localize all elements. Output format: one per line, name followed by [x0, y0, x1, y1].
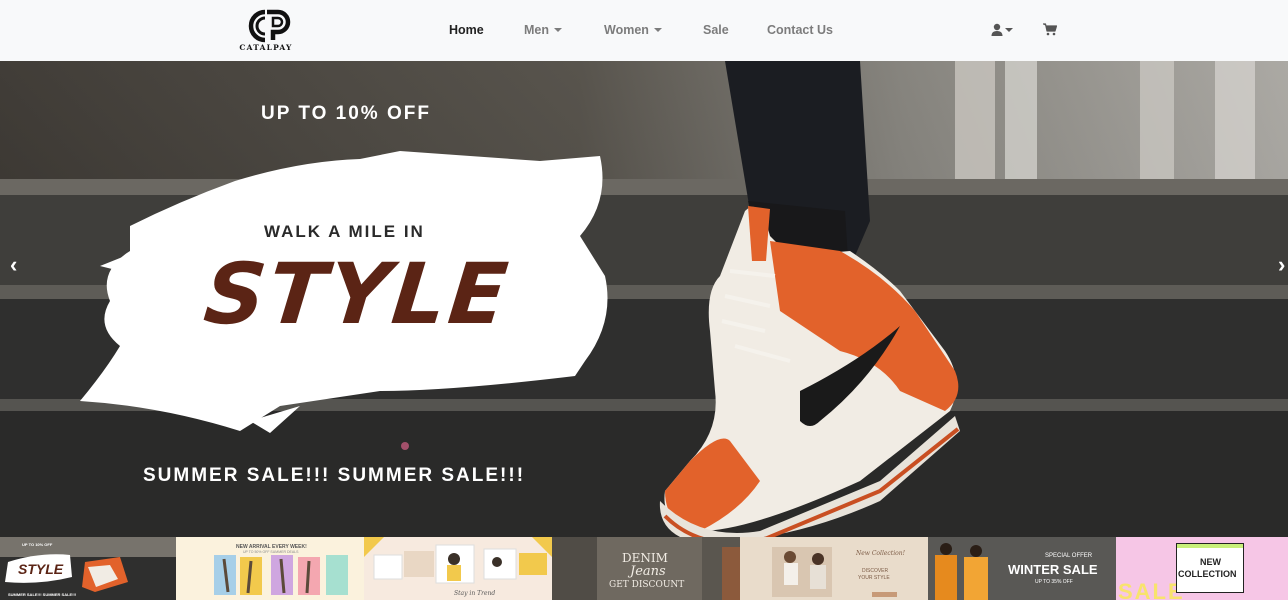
- thumbnail-5-line3: YOUR STYLE: [858, 575, 890, 581]
- hero-tagline: WALK A MILE IN: [264, 222, 425, 241]
- thumbnail-5-line2: DISCOVER: [862, 568, 889, 574]
- user-icon: [991, 23, 1013, 36]
- hero-carousel: UP TO 10% OFF WALK A MILE IN STYLE SUMME…: [0, 61, 1288, 537]
- thumbnail-1[interactable]: UP TO 10% OFF STYLE SUMMER SALE!!! SUMME…: [0, 537, 176, 600]
- thumbnail-7-line2: COLLECTION: [1178, 569, 1237, 579]
- navbar: CATALPAY Home Men Women Sale Contact Us: [0, 0, 1288, 61]
- thumbnail-5-title: New Collection!: [856, 550, 906, 557]
- carousel-prev-button[interactable]: ‹: [10, 252, 17, 278]
- hero-headline: STYLE: [199, 245, 515, 343]
- thumbnail-7-window-bar: [1177, 544, 1243, 548]
- carousel-next-button[interactable]: ›: [1278, 252, 1285, 278]
- thumbnail-3-caption: Stay in Trend: [454, 590, 496, 597]
- user-menu-dropdown[interactable]: [991, 23, 1019, 42]
- thumbnail-5[interactable]: New Collection! DISCOVER YOUR STYLE: [740, 537, 928, 600]
- chevron-down-icon: [653, 28, 662, 32]
- nav-contact[interactable]: Contact Us: [767, 23, 833, 37]
- thumbnail-6-discount: UP TO 35% OFF: [1035, 579, 1073, 585]
- thumbnail-7[interactable]: SALE NEW COLLECTION: [1116, 537, 1288, 600]
- thumbnail-5-image: [772, 547, 897, 597]
- nav-home[interactable]: Home: [449, 23, 484, 37]
- nav-men-label: Men: [524, 23, 549, 37]
- thumbnail-6-title: WINTER SALE: [1008, 562, 1098, 577]
- thumbnail-4-title: DENIM: [622, 551, 668, 565]
- thumbnail-7-background-text: SALE: [1118, 579, 1185, 600]
- thumbnail-6-offer: SPECIAL OFFER: [1045, 553, 1093, 559]
- hero-sale-banner: SUMMER SALE!!! SUMMER SALE!!!: [143, 465, 526, 486]
- thumbnail-6[interactable]: SPECIAL OFFER WINTER SALE UP TO 35% OFF: [928, 537, 1116, 600]
- thumbnail-1-headline: STYLE: [18, 561, 64, 577]
- thumbnail-4[interactable]: DENIM Jeans GET DISCOUNT: [552, 537, 740, 600]
- carousel-thumbnails: UP TO 10% OFF STYLE SUMMER SALE!!! SUMME…: [0, 537, 1288, 600]
- nav-men-dropdown[interactable]: Men: [524, 23, 562, 37]
- thumbnail-2-subtitle: UP TO 50% OFF SUMMER DEALS: [243, 550, 299, 554]
- thumbnail-7-window: [1176, 543, 1244, 593]
- thumbnail-2[interactable]: NEW ARRIVAL EVERY WEEK! UP TO 50% OFF SU…: [176, 537, 364, 600]
- chevron-down-icon: [554, 28, 562, 32]
- thumbnail-1-banner: SUMMER SALE!!! SUMMER SALE!!!: [8, 592, 77, 597]
- nav-women-label: Women: [604, 23, 649, 37]
- shopping-cart-icon: [1043, 23, 1058, 36]
- brand-name: CATALPAY: [239, 43, 293, 52]
- brand-logo-icon: [248, 9, 291, 43]
- thumbnail-4-subtitle: Jeans: [630, 564, 666, 579]
- nav-women-dropdown[interactable]: Women: [604, 23, 662, 37]
- nav-sale[interactable]: Sale: [703, 23, 729, 37]
- cart-button[interactable]: [1043, 23, 1058, 41]
- thumbnail-4-discount: GET DISCOUNT: [609, 580, 685, 590]
- brand-logo[interactable]: CATALPAY: [238, 8, 294, 54]
- thumbnail-1-offer: UP TO 10% OFF: [22, 542, 53, 547]
- hero-offer-text: UP TO 10% OFF: [261, 103, 431, 124]
- thumbnail-7-line1: NEW: [1200, 557, 1221, 567]
- thumbnail-3[interactable]: Stay in Trend: [364, 537, 552, 600]
